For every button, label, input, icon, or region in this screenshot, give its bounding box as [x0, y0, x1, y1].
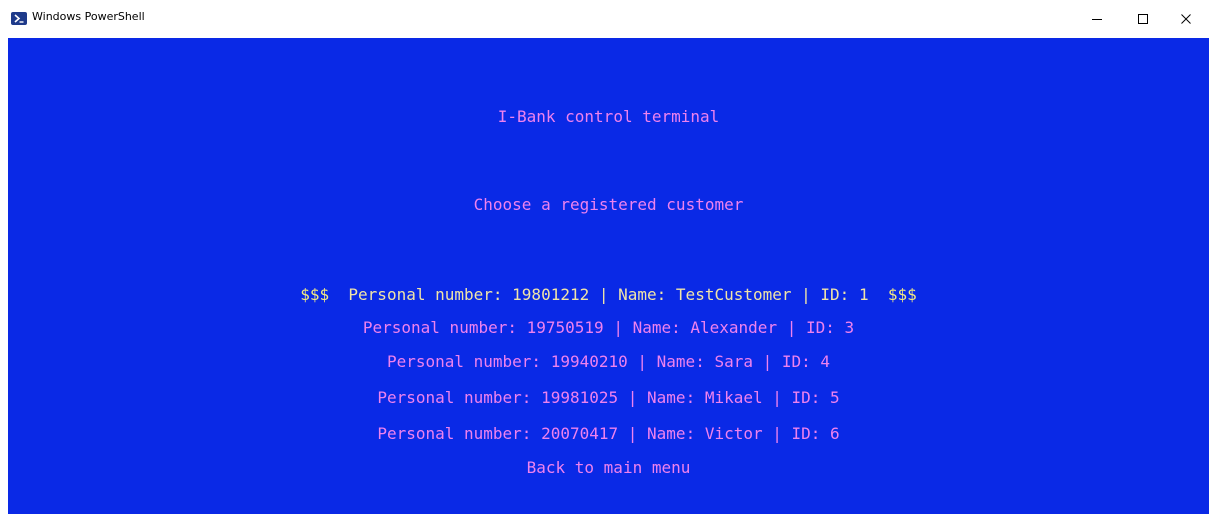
customer-item[interactable]: Personal number: 19981025 | Name: Mikael… — [8, 388, 1209, 408]
customer-item[interactable]: Personal number: 19940210 | Name: Sara |… — [8, 352, 1209, 372]
powershell-icon — [11, 12, 27, 25]
terminal-console[interactable]: I-Bank control terminal Choose a registe… — [8, 38, 1209, 514]
terminal-subheader: Choose a registered customer — [473, 195, 744, 214]
title-bar[interactable]: Windows PowerShell — [0, 0, 1209, 38]
selected-marker-right: $$$ — [887, 285, 917, 304]
maximize-icon — [1138, 14, 1148, 24]
window-title: Windows PowerShell — [32, 10, 145, 23]
back-to-main-menu[interactable]: Back to main menu — [8, 458, 1209, 478]
maximize-button[interactable] — [1120, 0, 1166, 38]
minimize-button[interactable] — [1074, 0, 1120, 38]
minimize-icon — [1092, 19, 1102, 20]
terminal-header: I-Bank control terminal — [497, 107, 720, 126]
customer-item[interactable]: Personal number: 19750519 | Name: Alexan… — [8, 318, 1209, 338]
customer-item-selected[interactable]: $$$ Personal number: 19801212 | Name: Te… — [8, 285, 1209, 305]
customer-item-label: Personal number: 19801212 | Name: TestCu… — [348, 285, 869, 304]
customer-item[interactable]: Personal number: 20070417 | Name: Victor… — [8, 424, 1209, 444]
close-button[interactable] — [1163, 0, 1209, 38]
close-icon — [1181, 14, 1191, 24]
selected-marker-left: $$$ — [300, 285, 330, 304]
